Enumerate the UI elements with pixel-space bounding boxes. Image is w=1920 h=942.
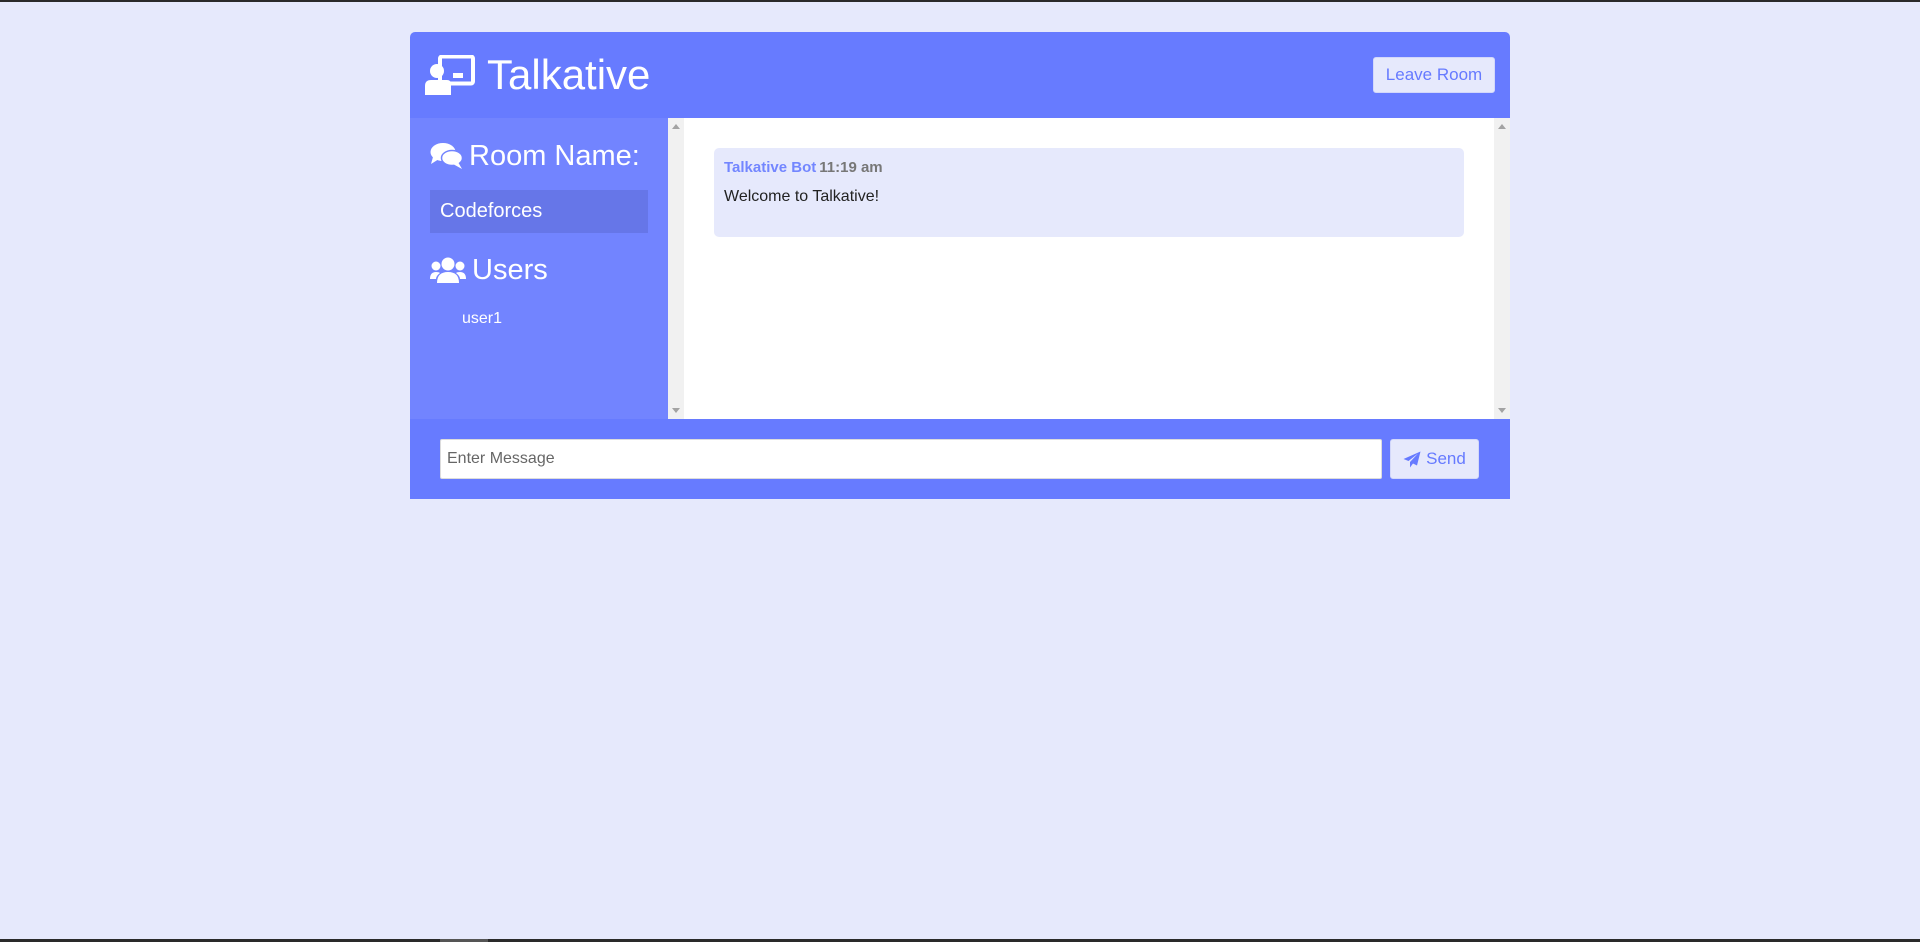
messages-area: Talkative Bot 11:19 am Welcome to Talkati… <box>668 118 1510 419</box>
window-top-border <box>0 0 1920 2</box>
send-button-label: Send <box>1426 449 1466 468</box>
message: Talkative Bot 11:19 am Welcome to Talkati… <box>714 148 1464 237</box>
user-list-item: user1 <box>462 310 503 327</box>
room-name-heading: Room Name: <box>430 138 648 174</box>
users-icon <box>430 257 472 283</box>
send-button[interactable]: Send <box>1390 439 1479 479</box>
message-username: Talkative Bot <box>724 159 817 176</box>
chat-header: Talkative Leave Room <box>410 32 1510 118</box>
scroll-down-arrow-icon[interactable] <box>672 408 680 413</box>
chat-main: Room Name: Codeforces Users user1 Talkat… <box>410 118 1510 419</box>
app-title: Talkative <box>487 51 651 98</box>
chalkboard-teacher-icon <box>425 55 477 95</box>
scroll-up-arrow-icon[interactable] <box>1498 124 1506 129</box>
users-heading-label: Users <box>472 253 548 286</box>
message-meta: Talkative Bot 11:19 am <box>724 159 1454 176</box>
leave-room-button[interactable]: Leave Room <box>1373 57 1495 93</box>
message-time: 11:19 am <box>819 159 883 176</box>
chat-messages: Talkative Bot 11:19 am Welcome to Talkati… <box>684 118 1494 419</box>
users-heading: Users <box>430 252 648 288</box>
chat-container: Talkative Leave Room Room Name: Codeforc… <box>410 32 1510 499</box>
message-text: Welcome to Talkative! <box>724 188 880 205</box>
chat-sidebar: Room Name: Codeforces Users user1 <box>410 118 668 419</box>
user-list: user1 <box>430 310 648 328</box>
scroll-down-arrow-icon[interactable] <box>1498 408 1506 413</box>
app-brand: Talkative <box>425 51 650 99</box>
room-name-value: Codeforces <box>430 190 648 233</box>
scroll-up-arrow-icon[interactable] <box>672 124 680 129</box>
paper-plane-icon <box>1403 451 1426 468</box>
message-input[interactable] <box>440 439 1382 479</box>
room-name-heading-label: Room Name: <box>469 139 640 172</box>
right-scrollbar[interactable] <box>1494 118 1510 419</box>
comments-icon <box>430 142 469 170</box>
chat-form: Send <box>410 419 1510 499</box>
left-scrollbar[interactable] <box>668 118 684 419</box>
